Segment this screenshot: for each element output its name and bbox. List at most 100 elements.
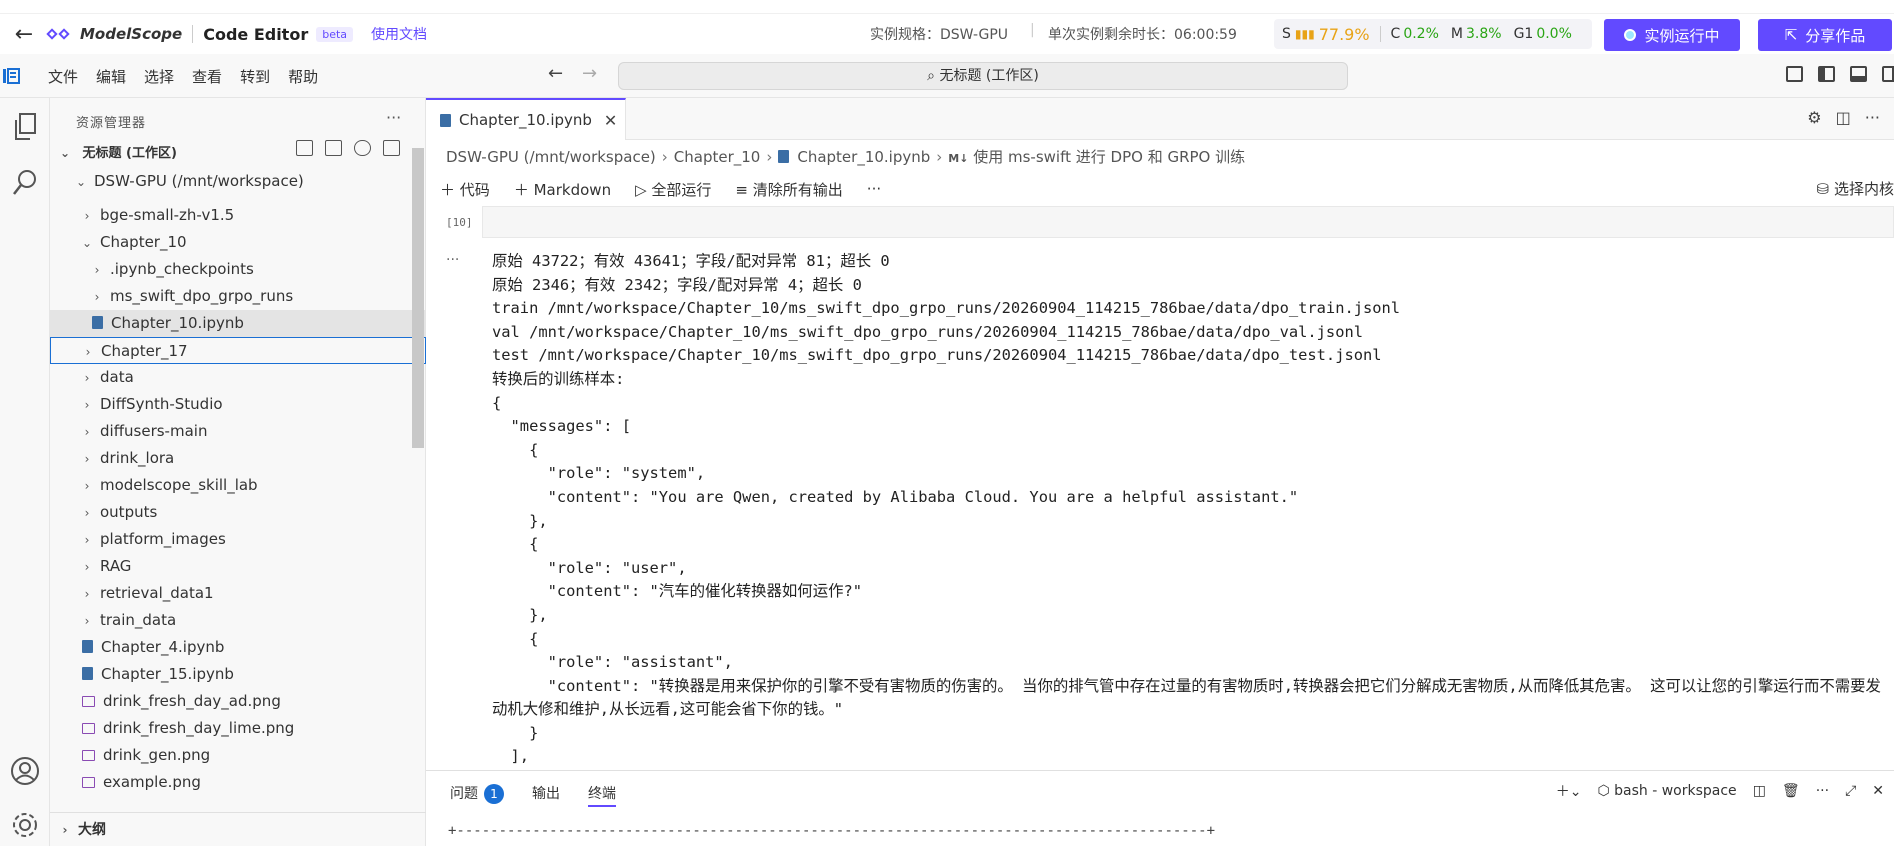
menu-edit[interactable]: 编辑: [96, 66, 126, 87]
tree-item-focused[interactable]: › Chapter_17: [50, 337, 426, 364]
tree-item[interactable]: › diffusers-main: [50, 418, 426, 445]
new-terminal-icon[interactable]: ＋⌄: [1556, 781, 1582, 801]
tab-output[interactable]: 输出: [532, 783, 560, 807]
tree-item-selected[interactable]: Chapter_10.ipynb: [50, 310, 426, 337]
running-label: 实例运行中: [1644, 26, 1720, 45]
breadcrumb-item[interactable]: Chapter_10.ipynb: [797, 148, 930, 166]
new-file-icon[interactable]: [296, 140, 313, 156]
tree-item-label: drink_fresh_day_ad.png: [103, 692, 281, 710]
tree-item[interactable]: › ms_swift_dpo_grpo_runs: [50, 283, 426, 310]
tree-item[interactable]: › platform_images: [50, 526, 426, 553]
close-panel-icon[interactable]: ✕: [1872, 783, 1884, 799]
editor-tabs: Chapter_10.ipynb ✕ ⚙ ◫ ···: [426, 98, 1894, 140]
toggle-panel-icon[interactable]: [1850, 66, 1867, 82]
menu-view[interactable]: 查看: [192, 66, 222, 87]
terminal-name: bash - workspace: [1614, 783, 1737, 799]
tree-item[interactable]: drink_fresh_day_ad.png: [50, 688, 426, 715]
select-kernel-button[interactable]: ⛁ 选择内核: [1817, 178, 1894, 199]
tree-item[interactable]: › drink_lora: [50, 445, 426, 472]
instance-running-button[interactable]: 实例运行中: [1604, 19, 1740, 51]
chevron-right-icon: ›: [94, 263, 100, 277]
notebook-icon: [82, 640, 93, 653]
doc-link[interactable]: 使用文档: [371, 24, 427, 44]
breadcrumb-item[interactable]: DSW-GPU (/mnt/workspace): [446, 148, 656, 166]
vscode-icon[interactable]: [2, 68, 22, 84]
output-more-icon[interactable]: ···: [446, 252, 459, 268]
tree-item-label: ms_swift_dpo_grpo_runs: [110, 287, 294, 305]
settings-gear-icon[interactable]: [8, 810, 42, 844]
tree-item-label: Chapter_4.ipynb: [101, 638, 225, 656]
menu-go[interactable]: 转到: [240, 66, 270, 87]
trash-icon[interactable]: 🗑: [1782, 783, 1800, 799]
tree-item[interactable]: Chapter_15.ipynb: [50, 661, 426, 688]
tree-item-label: Chapter_15.ipynb: [101, 665, 234, 683]
nav-forward-icon[interactable]: →: [582, 63, 597, 84]
command-center-search[interactable]: ⌕ 无标题 (工作区): [618, 62, 1348, 90]
gear-icon[interactable]: ⚙: [1807, 108, 1821, 127]
plus-icon: ＋: [513, 180, 529, 199]
clear-outputs-button[interactable]: ≡ 清除所有输出: [735, 179, 842, 200]
close-icon[interactable]: ✕: [604, 111, 617, 130]
sidebar-scrollbar[interactable]: [412, 148, 424, 448]
tab-chapter10[interactable]: Chapter_10.ipynb ✕: [426, 98, 626, 140]
modelscope-logo[interactable]: ModelScope: [46, 25, 182, 43]
explorer-more-icon[interactable]: ···: [386, 108, 401, 127]
output-line: 原始 43722；有效 43641；字段/配对异常 81；超长 0: [492, 252, 890, 270]
new-folder-icon[interactable]: [325, 140, 342, 156]
tree-item[interactable]: ⌄ Chapter_10: [50, 229, 426, 256]
execution-count: [10]: [446, 216, 473, 229]
split-editor-icon[interactable]: ◫: [1836, 108, 1851, 127]
tree-item[interactable]: › modelscope_skill_lab: [50, 472, 426, 499]
menu-help[interactable]: 帮助: [288, 66, 318, 87]
breadcrumb-item[interactable]: 使用 ms-swift 进行 DPO 和 GRPO 训练: [973, 148, 1245, 166]
search-activity-icon[interactable]: [8, 168, 42, 202]
menu-file[interactable]: 文件: [48, 66, 78, 87]
account-icon[interactable]: [8, 756, 42, 790]
menu-selection[interactable]: 选择: [144, 66, 174, 87]
collapse-all-icon[interactable]: [383, 140, 400, 156]
terminal-select[interactable]: ⬡ bash - workspace: [1597, 783, 1736, 799]
tree-item-label: .ipynb_checkpoints: [110, 260, 254, 278]
tree-item[interactable]: › .ipynb_checkpoints: [50, 256, 426, 283]
add-code-button[interactable]: ＋ 代码: [440, 179, 490, 200]
split-terminal-icon[interactable]: ◫: [1753, 783, 1766, 799]
tree-item[interactable]: › bge-small-zh-v1.5: [50, 202, 426, 229]
tree-item[interactable]: example.png: [50, 769, 426, 796]
customize-layout-icon[interactable]: [1786, 66, 1803, 82]
panel-more-icon[interactable]: ···: [1816, 783, 1829, 799]
tree-item[interactable]: › train_data: [50, 607, 426, 634]
tree-item[interactable]: › outputs: [50, 499, 426, 526]
tree-item[interactable]: Chapter_4.ipynb: [50, 634, 426, 661]
nav-back-icon[interactable]: ←: [548, 63, 563, 84]
tree-root[interactable]: ⌄ DSW-GPU (/mnt/workspace): [50, 168, 426, 195]
toolbar-more-icon[interactable]: ···: [867, 180, 881, 198]
share-button[interactable]: ⇱ 分享作品: [1758, 19, 1892, 51]
run-all-button[interactable]: ▷ 全部运行: [635, 179, 711, 200]
tab-problems[interactable]: 问题 1: [450, 783, 504, 807]
toggle-sidebar-icon[interactable]: [1818, 66, 1835, 82]
refresh-icon[interactable]: [354, 140, 371, 156]
explorer-icon[interactable]: [8, 112, 42, 146]
back-arrow-icon[interactable]: ←: [0, 22, 48, 47]
outline-section[interactable]: › 大纲: [50, 812, 426, 846]
tree-item[interactable]: drink_gen.png: [50, 742, 426, 769]
tree-item[interactable]: › RAG: [50, 553, 426, 580]
running-dot-icon: [1624, 29, 1637, 41]
maximize-panel-icon[interactable]: ⤢: [1845, 783, 1856, 799]
workspace-header[interactable]: ⌄ 无标题 (工作区): [58, 142, 177, 161]
tab-label: Chapter_10.ipynb: [459, 111, 592, 129]
more-actions-icon[interactable]: ···: [1865, 108, 1880, 127]
tree-item[interactable]: › data: [50, 364, 426, 391]
tree-item[interactable]: › retrieval_data1: [50, 580, 426, 607]
instance-spec: 实例规格：DSW-GPU: [870, 27, 1009, 43]
breadcrumb-item[interactable]: Chapter_10: [674, 148, 761, 166]
tab-terminal[interactable]: 终端: [588, 783, 616, 807]
chevron-right-icon: ›: [766, 148, 773, 166]
res-divider: [1379, 26, 1381, 42]
tree-item[interactable]: › DiffSynth-Studio: [50, 391, 426, 418]
code-cell-input[interactable]: [482, 206, 1894, 238]
header-divider: [192, 25, 194, 43]
toggle-secondary-sidebar-icon[interactable]: [1882, 66, 1894, 82]
add-markdown-button[interactable]: ＋ Markdown: [514, 179, 611, 200]
tree-item[interactable]: drink_fresh_day_lime.png: [50, 715, 426, 742]
